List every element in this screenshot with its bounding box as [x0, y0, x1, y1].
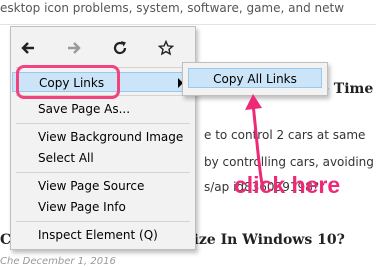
annotation-arrow-icon [245, 94, 264, 185]
annotation-label: click here [234, 172, 341, 198]
